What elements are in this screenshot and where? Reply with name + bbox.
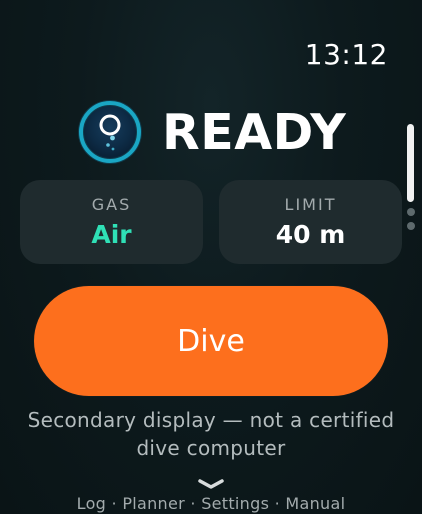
footer-link-planner[interactable]: Planner bbox=[122, 494, 185, 513]
footer-nav: Log · Planner · Settings · Manual bbox=[0, 494, 422, 513]
limit-label: LIMIT bbox=[284, 195, 337, 214]
disclaimer-line-2: dive computer bbox=[136, 436, 286, 460]
footer-separator: · bbox=[274, 494, 286, 513]
stats-cards: GAS Air LIMIT 40 m bbox=[20, 180, 402, 264]
scroll-dot bbox=[407, 208, 415, 216]
scroll-indicator[interactable] bbox=[404, 124, 416, 234]
footer-link-settings[interactable]: Settings bbox=[201, 494, 269, 513]
status-label: READY bbox=[162, 103, 347, 161]
bubble-icon bbox=[76, 98, 144, 166]
footer-separator: · bbox=[111, 494, 123, 513]
limit-value: 40 m bbox=[275, 220, 346, 249]
limit-card[interactable]: LIMIT 40 m bbox=[219, 180, 402, 264]
chevron-down-icon[interactable] bbox=[196, 476, 226, 490]
clock-time: 13:12 bbox=[304, 38, 388, 71]
footer-link-manual[interactable]: Manual bbox=[285, 494, 345, 513]
status-header: READY bbox=[76, 96, 346, 168]
scroll-dot bbox=[407, 222, 415, 230]
disclaimer-line-1: Secondary display — not a certified bbox=[27, 408, 395, 432]
gas-card[interactable]: GAS Air bbox=[20, 180, 203, 264]
gas-value: Air bbox=[91, 220, 132, 249]
gas-label: GAS bbox=[91, 195, 132, 214]
scroll-thumb[interactable] bbox=[407, 124, 414, 202]
footer-link-log[interactable]: Log bbox=[77, 494, 106, 513]
dive-button[interactable]: Dive bbox=[34, 286, 388, 396]
disclaimer: Secondary display — not a certified dive… bbox=[0, 406, 422, 462]
footer-separator: · bbox=[190, 494, 202, 513]
